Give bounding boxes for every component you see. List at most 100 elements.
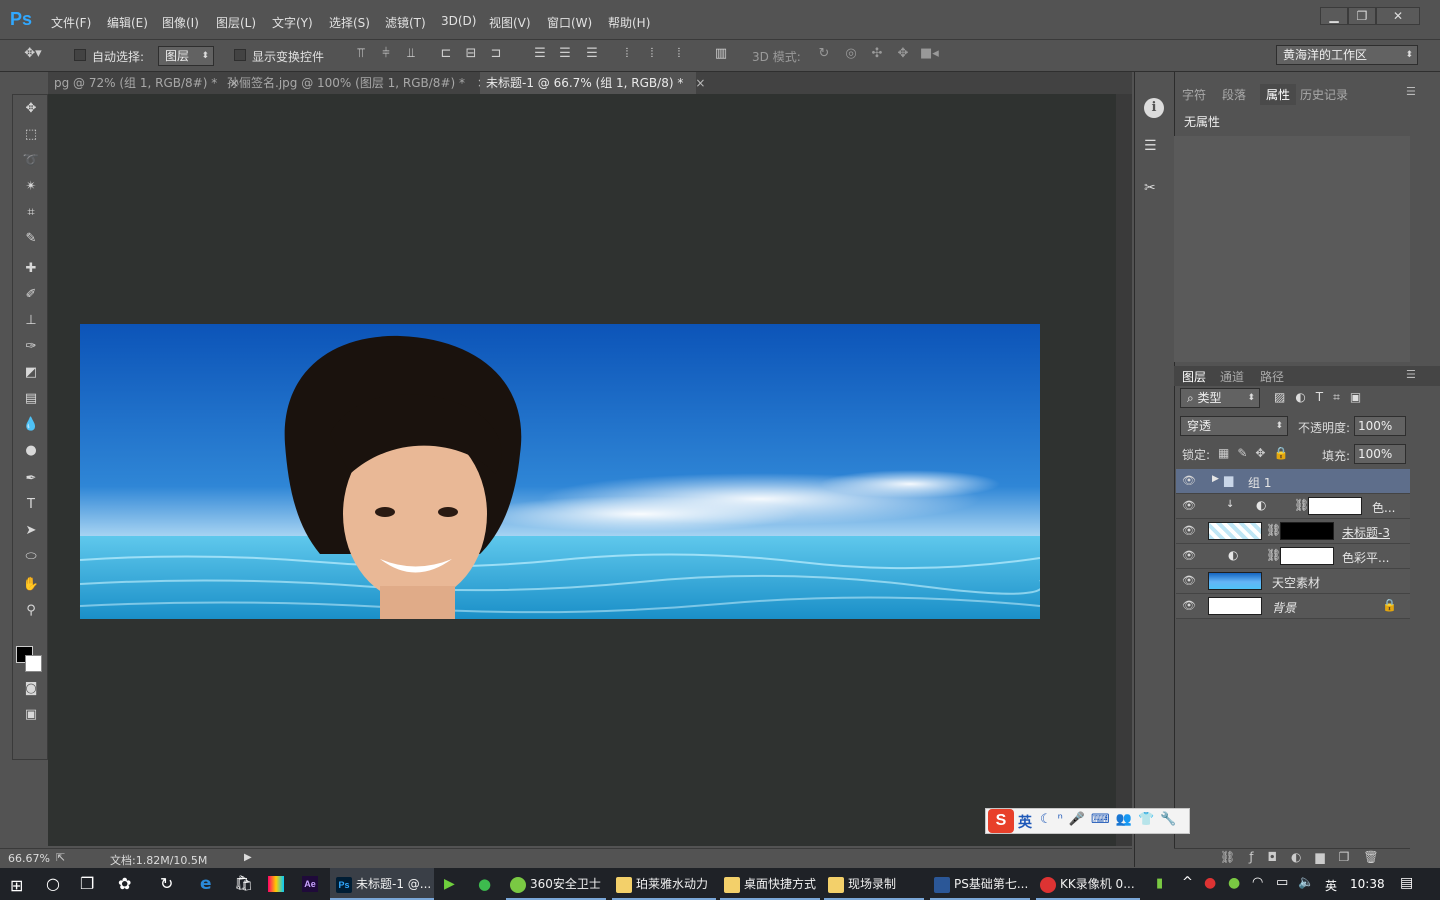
wechat-icon[interactable]: ●	[478, 875, 491, 893]
menu-view[interactable]: 视图(V)	[489, 14, 531, 31]
align-right-icon[interactable]: ⊐	[487, 46, 505, 61]
edge-browser-icon[interactable]: e	[200, 874, 212, 894]
layer-action-icons[interactable]: ⛓ƒ◘◐▆❐🗑	[1220, 850, 1393, 864]
menu-window[interactable]: 窗口(W)	[547, 14, 592, 31]
3d-pan-icon[interactable]: ✣	[868, 46, 886, 61]
tab-paragraph[interactable]: 段落	[1222, 86, 1246, 103]
zoom-tool-icon[interactable]: ⚲	[20, 600, 42, 622]
menu-3d[interactable]: 3D(D)	[441, 14, 476, 28]
visibility-eye-icon[interactable]: 👁	[1182, 499, 1198, 513]
mask-thumbnail[interactable]	[1308, 497, 1362, 515]
path-select-icon[interactable]: ➤	[20, 520, 42, 542]
tab-layers[interactable]: 图层	[1182, 368, 1206, 385]
layer-thumbnail[interactable]	[1208, 522, 1262, 540]
background-color-swatch[interactable]	[25, 655, 42, 672]
menu-image[interactable]: 图像(I)	[162, 14, 199, 31]
lock-icons[interactable]: ▦✎✥🔒	[1218, 446, 1296, 460]
healing-brush-icon[interactable]: ✚	[20, 258, 42, 280]
taskbar-item-kk[interactable]: KK录像机 0...	[1036, 868, 1140, 900]
after-effects-icon[interactable]: Ae	[302, 876, 318, 892]
marquee-tool-icon[interactable]: ⬚	[20, 124, 42, 146]
distribute-left-icon[interactable]: ⦙	[618, 46, 636, 61]
layer-row-color-balance[interactable]: 👁 ◐ ⛓ 色彩平...	[1176, 544, 1410, 569]
align-bottom-icon[interactable]: ⫫	[402, 46, 420, 61]
visibility-eye-icon[interactable]: 👁	[1182, 599, 1198, 613]
layer-row-sky[interactable]: 👁 天空素材	[1176, 569, 1410, 594]
eyedropper-tool-icon[interactable]: ✎	[20, 228, 42, 250]
align-left-icon[interactable]: ⊏	[437, 46, 455, 61]
auto-select-checkbox[interactable]	[74, 49, 86, 61]
layer-row-group-1[interactable]: 👁 ▶ ▆ 组 1	[1176, 469, 1410, 494]
taskbar-item-word[interactable]: PS基础第七...	[930, 868, 1030, 900]
document-image[interactable]	[80, 324, 1040, 619]
fill-field[interactable]: 100%	[1354, 444, 1406, 464]
menu-help[interactable]: 帮助(H)	[608, 14, 650, 31]
media-play-icon[interactable]: ▶	[444, 876, 455, 892]
blur-tool-icon[interactable]: 💧	[20, 414, 42, 436]
eraser-tool-icon[interactable]: ◩	[20, 362, 42, 384]
notification-icon[interactable]: ▤	[1400, 875, 1413, 891]
volume-icon[interactable]: 🔈	[1298, 875, 1314, 890]
wifi-icon[interactable]: ◠	[1252, 875, 1263, 890]
lasso-tool-icon[interactable]: ➰	[20, 150, 42, 172]
start-windows-icon[interactable]: ⊞	[10, 876, 23, 895]
show-transform-checkbox[interactable]	[234, 49, 246, 61]
quick-mask-icon[interactable]: ◙	[20, 678, 42, 700]
vertical-scrollbar[interactable]	[1116, 94, 1132, 846]
menu-file[interactable]: 文件(F)	[51, 14, 91, 31]
status-menu-arrow-icon[interactable]: ▶	[244, 852, 252, 863]
taskbar-item-360[interactable]: 360安全卫士	[506, 868, 606, 900]
ime-tool-icons[interactable]: ☾ⁿ🎤⌨👥👕🔧	[1040, 812, 1182, 827]
app-butterfly-icon[interactable]: ✿	[118, 874, 131, 893]
distribute-hcenter-icon[interactable]: ⦙	[643, 46, 661, 61]
tab-character[interactable]: 字符	[1182, 86, 1206, 103]
store-icon[interactable]: 🛍	[234, 874, 253, 892]
zoom-level[interactable]: 66.67%	[8, 852, 50, 865]
tab-channels[interactable]: 通道	[1220, 368, 1244, 385]
tool-presets-icon[interactable]: ✂	[1144, 180, 1164, 200]
workspace-dropdown[interactable]: 黄海洋的工作区 ⬍	[1276, 45, 1418, 65]
close-button[interactable]: ✕	[1376, 7, 1420, 25]
layer-filter-icons[interactable]: ▨◐T⌗▣	[1274, 390, 1371, 405]
screen-mode-icon[interactable]: ▣	[20, 704, 42, 726]
expand-arrow-icon[interactable]: ▶	[1212, 474, 1219, 484]
auto-align-icon[interactable]: ▥	[712, 46, 730, 61]
ellipse-tool-icon[interactable]: ⬭	[20, 546, 42, 568]
tray-language[interactable]: 英	[1325, 877, 1337, 894]
opacity-field[interactable]: 100%	[1354, 416, 1406, 436]
taskbar-item-folder-1[interactable]: 珀莱雅水动力	[612, 868, 716, 900]
brush-tool-icon[interactable]: ✐	[20, 284, 42, 306]
layer-row-background[interactable]: 👁 背景 🔒	[1176, 594, 1410, 619]
tab-paths[interactable]: 路径	[1260, 368, 1284, 385]
maximize-button[interactable]: ❐	[1348, 7, 1376, 25]
layers-panel-menu-icon[interactable]: ☰	[1406, 368, 1416, 381]
gradient-tool-icon[interactable]: ▤	[20, 388, 42, 410]
magic-wand-tool-icon[interactable]: ✴	[20, 176, 42, 198]
type-tool-icon[interactable]: T	[20, 494, 42, 516]
move-tool-icon[interactable]: ✥	[20, 98, 42, 120]
layer-row-untitled-3[interactable]: 👁 ⛓ 未标题-3	[1176, 519, 1410, 544]
doc-tab-1[interactable]: pg @ 72% (组 1, RGB/8#) * ×	[48, 72, 239, 94]
layer-row-adjustment-1[interactable]: 👁 ↓ ◐ ⛓ 色...	[1176, 494, 1410, 519]
ime-mode[interactable]: 英	[1018, 812, 1032, 832]
export-icon[interactable]: ⇱	[56, 851, 65, 864]
tab-history[interactable]: 历史记录	[1300, 86, 1348, 103]
move-tool-preset-icon[interactable]: ✥▾	[24, 46, 42, 61]
mask-thumbnail[interactable]	[1280, 547, 1334, 565]
menu-layer[interactable]: 图层(L)	[216, 14, 256, 31]
mask-thumbnail[interactable]	[1280, 522, 1334, 540]
tray-overflow-icon[interactable]: ^	[1182, 875, 1193, 890]
distribute-top-icon[interactable]: ☰	[531, 46, 549, 61]
hand-tool-icon[interactable]: ✋	[20, 574, 42, 596]
sogou-logo-icon[interactable]: S	[988, 809, 1014, 833]
app-color-icon[interactable]	[268, 876, 284, 892]
distribute-right-icon[interactable]: ⦙	[670, 46, 688, 61]
info-icon[interactable]: i	[1144, 98, 1164, 118]
power-icon[interactable]: ▭	[1276, 875, 1288, 890]
clock[interactable]: 10:38	[1350, 877, 1385, 891]
taskbar-item-folder-2[interactable]: 桌面快捷方式	[720, 868, 820, 900]
visibility-eye-icon[interactable]: 👁	[1182, 524, 1198, 538]
menu-select[interactable]: 选择(S)	[329, 14, 370, 31]
align-top-icon[interactable]: ⫪	[352, 46, 370, 61]
align-hcenter-icon[interactable]: ⊟	[462, 46, 480, 61]
